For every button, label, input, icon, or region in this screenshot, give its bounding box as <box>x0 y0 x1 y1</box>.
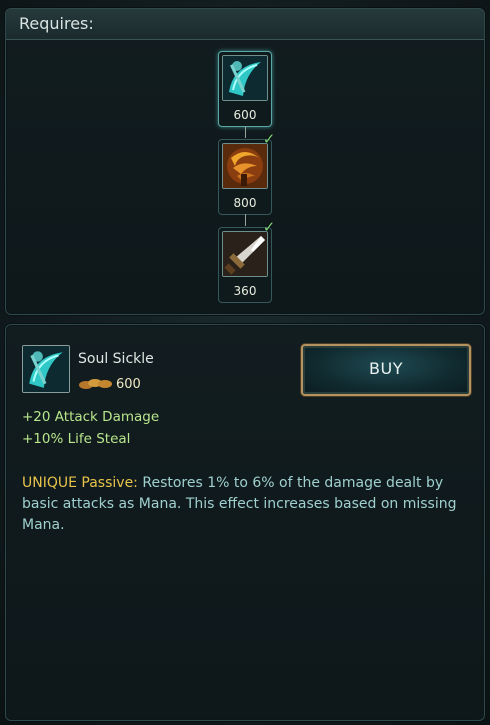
recipe-node-price: 360 <box>233 284 257 298</box>
stat-attack-damage: +20 Attack Damage <box>22 409 160 425</box>
recipe-node-dagger[interactable]: 360 ✓ <box>218 219 275 303</box>
item-detail-panel: Soul Sickle 600 BUY +20 Attack Damage +1… <box>5 324 485 721</box>
buy-button[interactable]: BUY <box>301 344 471 396</box>
gold-coins-icon <box>78 375 114 391</box>
soul-sickle-icon <box>222 55 268 101</box>
stat-life-steal: +10% Life Steal <box>22 431 131 447</box>
item-price: 600 <box>116 377 141 392</box>
claw-icon <box>222 143 268 189</box>
tree-connector <box>245 126 246 138</box>
dagger-icon <box>222 231 268 277</box>
owned-check-icon: ✓ <box>262 130 276 148</box>
item-name: Soul Sickle <box>78 351 154 367</box>
recipe-node-price: 600 <box>233 108 257 122</box>
soul-sickle-icon <box>22 345 70 393</box>
recipe-node-soul-sickle[interactable]: 600 <box>218 51 272 127</box>
recipe-node-claw[interactable]: 800 ✓ <box>218 131 275 215</box>
requires-panel: Requires: 600 800 ✓ 360 ✓ <box>5 8 485 315</box>
item-passive-description: UNIQUE Passive: Restores 1% to 6% of the… <box>22 473 462 536</box>
recipe-node-price: 800 <box>233 196 257 210</box>
requires-title: Requires: <box>6 9 484 40</box>
unique-passive-label: UNIQUE Passive: <box>22 475 138 491</box>
owned-check-icon: ✓ <box>262 218 276 236</box>
tree-connector <box>245 214 246 226</box>
